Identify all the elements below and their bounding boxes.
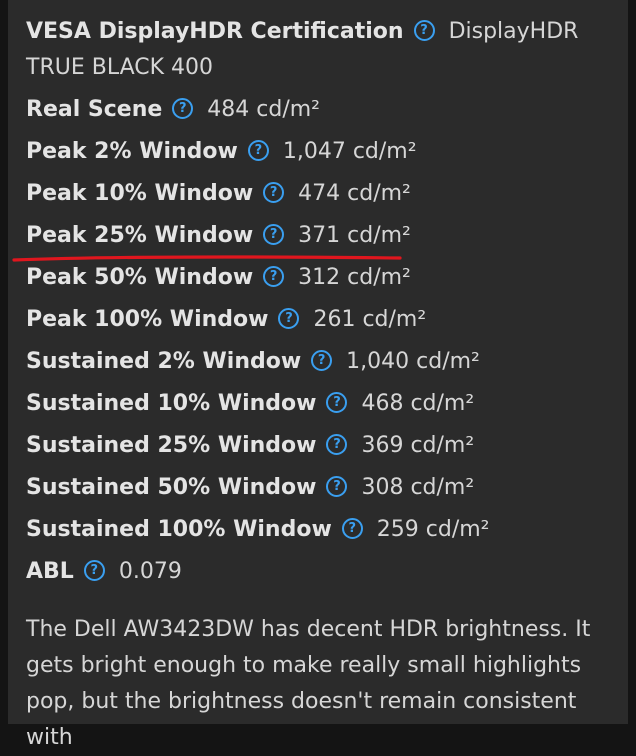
measurement-label: ABL	[26, 559, 74, 584]
question-circle-icon[interactable]: ?	[263, 181, 285, 203]
question-circle-icon[interactable]: ?	[326, 475, 348, 497]
measurement-value: 259 cd/m²	[376, 517, 490, 542]
question-circle-icon[interactable]: ?	[413, 19, 435, 41]
measurement-label: Peak 50% Window	[26, 265, 254, 290]
measurement-row-sustained-10: Sustained 10% Window? 468 cd/m²	[26, 386, 616, 422]
question-circle-icon[interactable]: ?	[247, 139, 269, 161]
measurement-row-sustained-100: Sustained 100% Window? 259 cd/m²	[26, 512, 616, 548]
question-circle-icon[interactable]: ?	[326, 433, 348, 455]
measurement-value: 1,040 cd/m²	[346, 349, 480, 374]
measurement-label: Peak 25% Window	[26, 223, 254, 248]
measurement-value: 308 cd/m²	[361, 475, 475, 500]
measurement-value: 484 cd/m²	[207, 97, 321, 122]
question-circle-icon[interactable]: ?	[278, 307, 300, 329]
certification-label: VESA DisplayHDR Certification	[26, 19, 404, 44]
test-results-panel: VESA DisplayHDR Certification? DisplayHDR…	[8, 0, 628, 750]
question-circle-icon[interactable]: ?	[311, 349, 333, 371]
measurement-row-peak-10: Peak 10% Window? 474 cd/m²	[26, 176, 616, 212]
measurement-label: Peak 2% Window	[26, 139, 238, 164]
measurement-row-peak-50: Peak 50% Window? 312 cd/m²	[26, 260, 616, 296]
measurement-label: Real Scene	[26, 97, 163, 122]
measurement-row-real-scene: Real Scene? 484 cd/m²	[26, 92, 616, 128]
question-circle-icon[interactable]: ?	[263, 265, 285, 287]
measurement-label: Peak 10% Window	[26, 181, 254, 206]
question-circle-icon[interactable]: ?	[83, 559, 105, 581]
measurement-value: 0.079	[118, 559, 182, 584]
measurement-value: 312 cd/m²	[298, 265, 411, 290]
measurement-label: Sustained 2% Window	[26, 349, 302, 374]
measurement-value: 261 cd/m²	[313, 307, 427, 332]
measurement-label: Peak 100% Window	[26, 307, 269, 332]
measurement-label: Sustained 100% Window	[26, 517, 332, 542]
measurement-value: 468 cd/m²	[361, 391, 475, 416]
review-description-text: The Dell AW3423DW has decent HDR brightn…	[26, 617, 591, 750]
measurement-label: Sustained 25% Window	[26, 433, 317, 458]
measurement-value: 369 cd/m²	[361, 433, 475, 458]
measurement-row-sustained-50: Sustained 50% Window? 308 cd/m²	[26, 470, 616, 506]
measurement-value: 371 cd/m²	[298, 223, 411, 248]
hdr-brightness-section: VESA DisplayHDR Certification? DisplayHDR…	[12, 14, 616, 756]
measurement-row-sustained-25: Sustained 25% Window? 369 cd/m²	[26, 428, 616, 464]
certification-row: VESA DisplayHDR Certification? DisplayHDR…	[26, 14, 616, 86]
question-circle-icon[interactable]: ?	[172, 97, 194, 119]
measurement-row-abl: ABL? 0.079	[26, 554, 616, 590]
measurement-value: 1,047 cd/m²	[282, 139, 417, 164]
red-underline-annotation	[12, 255, 402, 262]
question-circle-icon[interactable]: ?	[341, 517, 363, 539]
measurement-label: Sustained 10% Window	[26, 391, 317, 416]
measurement-row-sustained-2: Sustained 2% Window? 1,040 cd/m²	[26, 344, 616, 380]
measurement-value: 474 cd/m²	[298, 181, 411, 206]
measurement-row-peak-25: Peak 25% Window? 371 cd/m²	[12, 218, 616, 262]
question-circle-icon[interactable]: ?	[326, 391, 348, 413]
question-circle-icon[interactable]: ?	[263, 223, 285, 245]
measurement-row-peak-100: Peak 100% Window? 261 cd/m²	[26, 302, 616, 338]
measurement-row-peak-2: Peak 2% Window? 1,047 cd/m²	[26, 134, 616, 170]
measurement-label: Sustained 50% Window	[26, 475, 317, 500]
